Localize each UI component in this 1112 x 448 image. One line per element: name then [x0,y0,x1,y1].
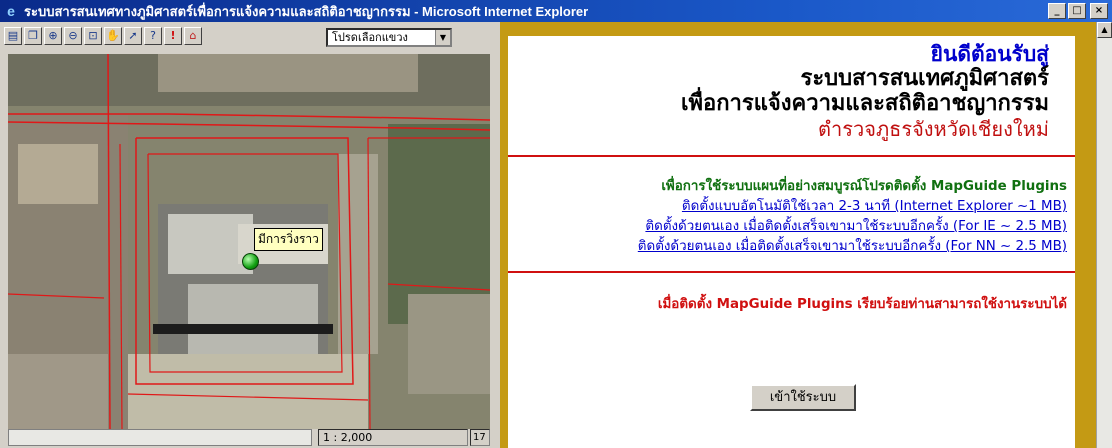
divider-bottom [508,270,1075,273]
install-manual-nn-link[interactable]: ติดตั้งด้วยตนเอง เมื่อติดตั้งเสร็จเขามาใ… [508,237,1067,257]
zoom-in-icon[interactable]: ⊕ [44,27,62,45]
map-scale: 1 : 2,000 [318,429,468,446]
install-section: เพื่อการใช้ระบบแผนที่อย่างสมบูรณ์โปรดติด… [508,177,1075,257]
alert-icon[interactable]: ! [164,27,182,45]
print-icon[interactable]: ▤ [4,27,22,45]
marker-tooltip: มีการวิ่งราว [254,228,323,251]
map-statusbar: 1 : 2,000 17 [8,429,490,448]
zoom-window-icon[interactable]: ⊡ [84,27,102,45]
home-icon[interactable]: ⌂ [184,27,202,45]
copy-icon[interactable]: ❐ [24,27,42,45]
district-select[interactable]: โปรดเลือกแขวง ▼ [326,28,452,47]
help-icon[interactable]: ? [144,27,162,45]
incident-marker[interactable] [242,253,259,270]
close-button[interactable]: × [1090,3,1108,19]
map-pane: ▤ ❐ ⊕ ⊖ ⊡ ✋ ➚ ? ! ⌂ โปรดเลือกแขวง ▼ มีกา… [0,22,500,448]
vertical-scrollbar[interactable]: ▲ [1096,22,1112,448]
install-manual-ie-link[interactable]: ติดตั้งด้วยตนเอง เมื่อติดตั้งเสร็จเขามาใ… [508,217,1067,237]
status-extra: 17 [470,429,490,446]
window-title: ระบบสารสนเทศทางภูมิศาสตร์เพื่อการแจ้งควา… [24,3,589,19]
horizontal-scrollbar[interactable] [8,429,312,446]
pan-hand-icon[interactable]: ✋ [104,27,122,45]
welcome-panel: ยินดีต้อนรับสู่ ระบบสารสนเทศภูมิศาสตร์ เ… [508,36,1075,448]
chevron-down-icon: ▼ [435,30,450,45]
install-auto-link[interactable]: ติดตั้งแบบอัตโนมัติใช้เวลา 2-3 นาที (Int… [508,197,1067,217]
window-controls: _ □ × [1048,3,1108,19]
select-arrow-icon[interactable]: ➚ [124,27,142,45]
welcome-title: ยินดีต้อนรับสู่ [930,42,1049,66]
welcome-pane: ยินดีต้อนรับสู่ ระบบสารสนเทศภูมิศาสตร์ เ… [500,22,1096,448]
aerial-map-viewer[interactable]: มีการวิ่งราว [8,54,490,430]
welcome-heading: ยินดีต้อนรับสู่ ระบบสารสนเทศภูมิศาสตร์ เ… [508,42,1075,141]
system-name: ระบบสารสนเทศภูมิศาสตร์ [800,66,1049,92]
ready-message: เมื่อติดตั้ง MapGuide Plugins เรียบร้อยท… [657,296,1067,312]
install-heading: เพื่อการใช้ระบบแผนที่อย่างสมบูรณ์โปรดติด… [661,178,1067,194]
map-toolbar: ▤ ❐ ⊕ ⊖ ⊡ ✋ ➚ ? ! ⌂ โปรดเลือกแขวง ▼ [0,22,500,52]
window-titlebar: e ระบบสารสนเทศทางภูมิศาสตร์เพื่อการแจ้งค… [0,0,1112,22]
scroll-up-icon[interactable]: ▲ [1097,22,1112,38]
police-unit: ตำรวจภูธรจังหวัดเชียงใหม่ [818,116,1049,141]
zoom-out-icon[interactable]: ⊖ [64,27,82,45]
divider-top [508,154,1075,157]
internet-explorer-icon: e [7,3,15,19]
enter-system-button[interactable]: เข้าใช้ระบบ [750,384,856,411]
system-purpose: เพื่อการแจ้งความและสถิติอาชญากรรม [680,91,1049,117]
aerial-image [8,54,490,430]
maximize-button[interactable]: □ [1068,3,1086,19]
minimize-button[interactable]: _ [1048,3,1066,19]
district-select-value: โปรดเลือกแขวง [332,31,408,44]
